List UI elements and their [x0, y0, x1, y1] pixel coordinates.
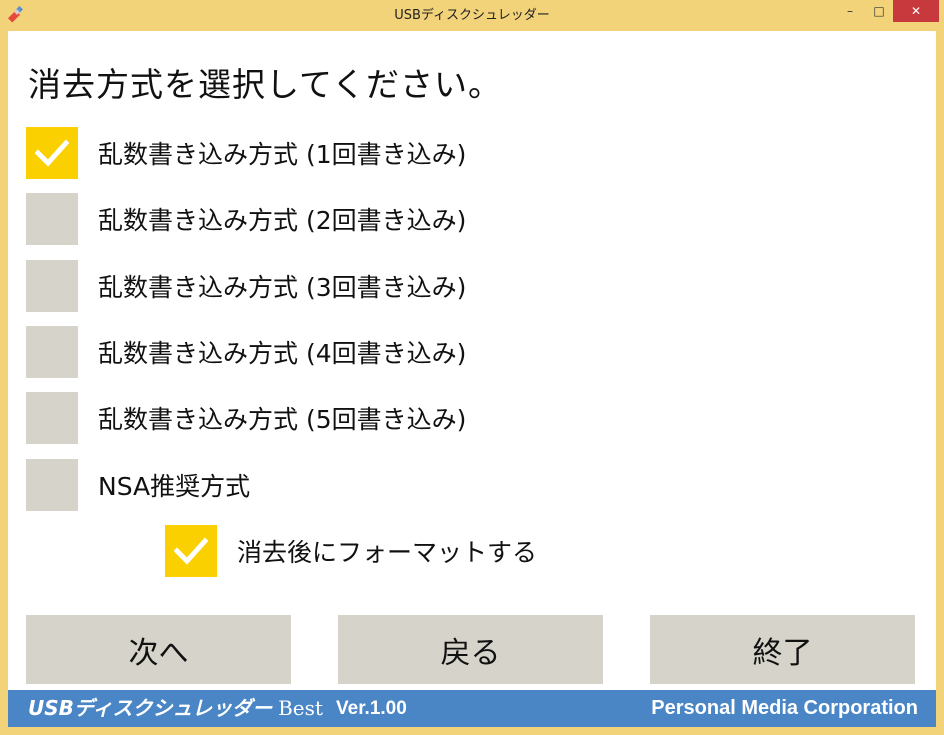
minimize-button[interactable]: –: [836, 0, 864, 22]
checkbox[interactable]: [26, 260, 78, 312]
checkbox[interactable]: [26, 193, 78, 245]
checkbox[interactable]: [165, 525, 217, 577]
title-bar[interactable]: USBディスクシュレッダー – □ ✕: [0, 0, 944, 31]
back-button[interactable]: 戻る: [338, 615, 603, 684]
option-nsa[interactable]: NSA推奨方式: [26, 459, 586, 511]
version-label: Ver.1.00: [336, 698, 407, 719]
page-heading: 消去方式を選択してください。: [28, 65, 503, 104]
app-window: USBディスクシュレッダー – □ ✕ 消去方式を選択してください。 乱数書き込…: [0, 0, 944, 735]
close-button[interactable]: ✕: [893, 0, 939, 22]
check-icon: [35, 139, 69, 167]
footer-bar: USBディスクシュレッダー Best Ver.1.00 Personal Medi…: [8, 690, 936, 727]
option-random-2pass[interactable]: 乱数書き込み方式 (2回書き込み): [26, 193, 586, 245]
checkbox[interactable]: [26, 459, 78, 511]
option-label: 消去後にフォーマットする: [237, 538, 538, 567]
option-label: NSA推奨方式: [98, 472, 251, 501]
option-label: 乱数書き込み方式 (2回書き込み): [98, 206, 467, 235]
option-label: 乱数書き込み方式 (4回書き込み): [98, 339, 467, 368]
check-icon: [174, 537, 208, 565]
exit-button[interactable]: 終了: [650, 615, 915, 684]
checkbox[interactable]: [26, 127, 78, 179]
option-random-1pass[interactable]: 乱数書き込み方式 (1回書き込み): [26, 127, 586, 179]
checkbox[interactable]: [26, 326, 78, 378]
brand-edition: Best: [278, 696, 323, 720]
option-label: 乱数書き込み方式 (3回書き込み): [98, 273, 467, 302]
option-label: 乱数書き込み方式 (1回書き込み): [98, 140, 467, 169]
window-title: USBディスクシュレッダー: [394, 8, 550, 23]
brand-logo: USBディスクシュレッダー Best: [28, 690, 323, 727]
company-name: Personal Media Corporation: [651, 697, 918, 719]
maximize-button[interactable]: □: [865, 0, 893, 22]
option-random-3pass[interactable]: 乱数書き込み方式 (3回書き込み): [26, 260, 586, 312]
option-format-after-erase[interactable]: 消去後にフォーマットする: [165, 525, 585, 577]
brand-name: USBディスクシュレッダー: [28, 696, 273, 720]
checkbox[interactable]: [26, 392, 78, 444]
next-button[interactable]: 次へ: [26, 615, 291, 684]
option-label: 乱数書き込み方式 (5回書き込み): [98, 405, 467, 434]
option-random-5pass[interactable]: 乱数書き込み方式 (5回書き込み): [26, 392, 586, 444]
option-random-4pass[interactable]: 乱数書き込み方式 (4回書き込み): [26, 326, 586, 378]
